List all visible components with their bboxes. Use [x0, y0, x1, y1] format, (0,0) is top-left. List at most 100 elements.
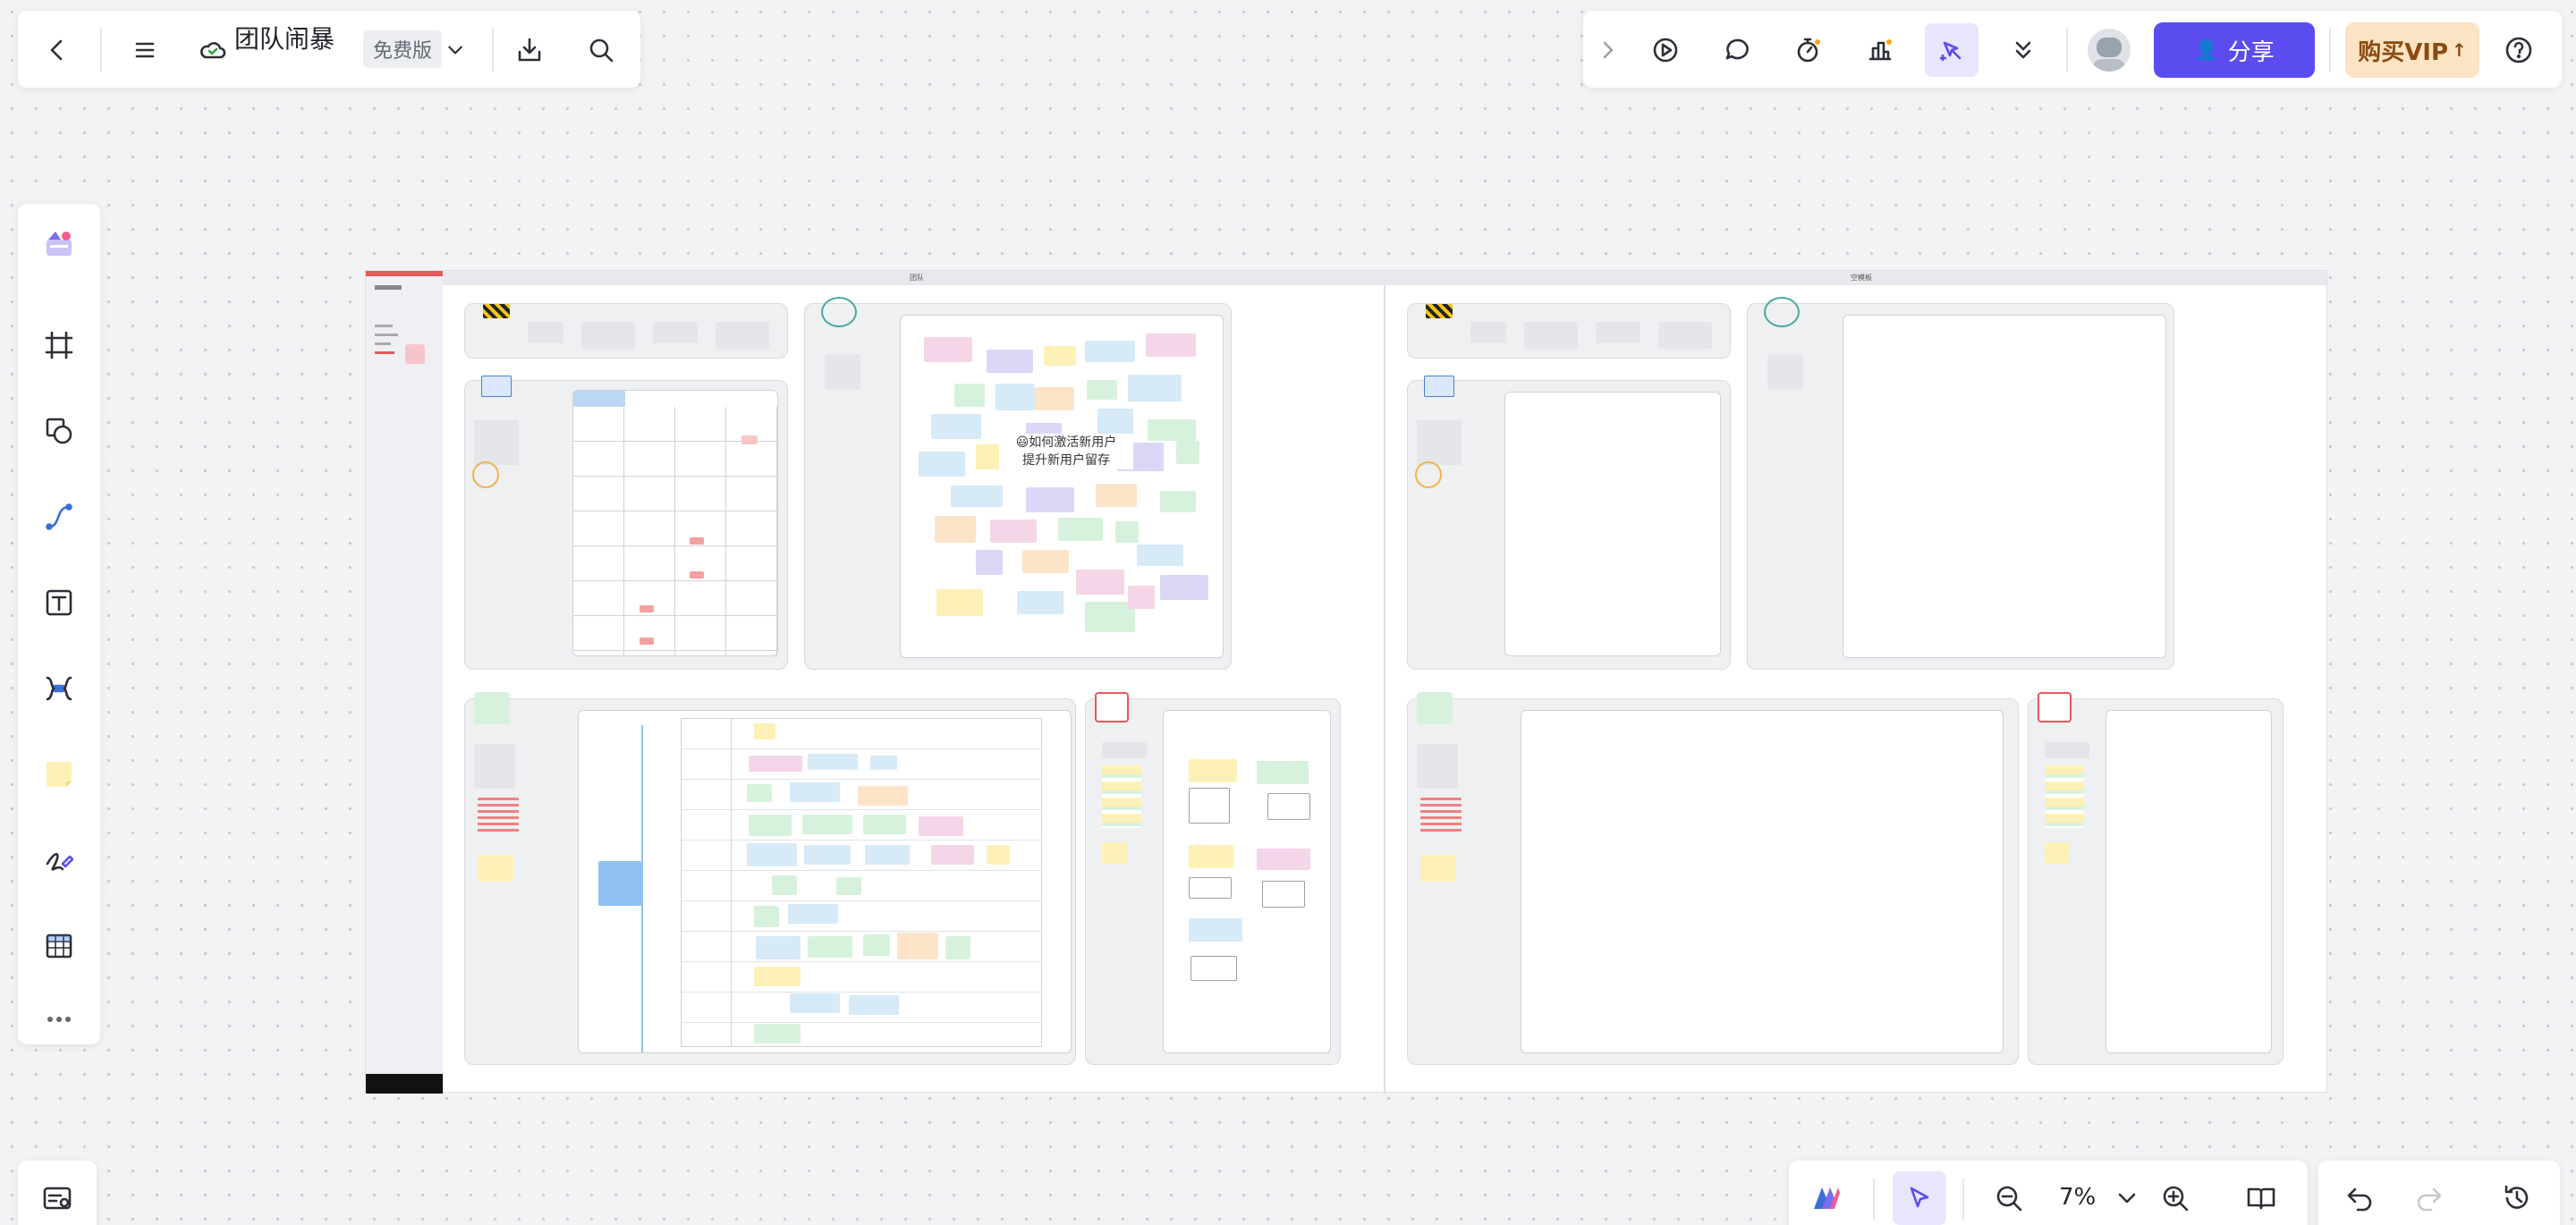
undo-icon[interactable]: [2333, 1171, 2386, 1225]
sticky-note[interactable]: [1160, 575, 1208, 600]
cursor-follow-icon[interactable]: [1925, 23, 1979, 77]
sticky-note[interactable]: [1128, 586, 1155, 609]
vote-icon[interactable]: [1853, 23, 1907, 77]
ai-assistant-icon[interactable]: [1800, 1171, 1853, 1225]
sticky-note[interactable]: [1058, 518, 1103, 541]
minimap-toggle-icon[interactable]: [30, 1171, 84, 1225]
select-tool-icon[interactable]: [1893, 1171, 1946, 1225]
more-tools-icon[interactable]: [32, 993, 86, 1046]
sticky-note[interactable]: [754, 906, 779, 927]
sticky-note[interactable]: [849, 995, 899, 1015]
chevron-right-icon[interactable]: [1583, 23, 1633, 77]
data-table-frame[interactable]: [464, 376, 788, 670]
sticky-note[interactable]: [1044, 346, 1076, 366]
help-icon[interactable]: [2492, 23, 2546, 77]
user-journey-frame-empty[interactable]: [1407, 692, 2019, 1065]
sticky-note[interactable]: [788, 904, 838, 924]
chevron-down-icon[interactable]: [442, 30, 469, 70]
comment-icon[interactable]: [1710, 23, 1764, 77]
buy-vip-button[interactable]: 购买VIP ↑: [2345, 22, 2479, 78]
sticky-note[interactable]: [863, 815, 906, 834]
sticky-note[interactable]: [897, 933, 938, 959]
sticky-note[interactable]: [919, 816, 963, 836]
mindmap-icon[interactable]: [32, 662, 86, 715]
card[interactable]: [1189, 877, 1232, 899]
sticky-note[interactable]: [951, 486, 1003, 507]
sticky-note[interactable]: [772, 875, 797, 895]
sticky-note[interactable]: [790, 782, 840, 802]
sticky-note[interactable]: [790, 993, 840, 1013]
sticky-note[interactable]: [754, 1024, 801, 1043]
sticky-note[interactable]: [954, 384, 985, 407]
document-title[interactable]: 团队闹暴: [234, 20, 335, 55]
action-board[interactable]: [1163, 710, 1331, 1053]
sticky-note[interactable]: [1017, 591, 1063, 614]
menu-icon[interactable]: [118, 23, 172, 77]
zoom-in-icon[interactable]: [2148, 1171, 2202, 1225]
table-icon[interactable]: [32, 919, 86, 973]
card[interactable]: [1191, 956, 1237, 981]
search-icon[interactable]: [574, 23, 628, 77]
sticky-note[interactable]: [1189, 759, 1237, 782]
sticky-note[interactable]: [1257, 849, 1310, 870]
sticky-note[interactable]: [1257, 761, 1309, 784]
sticky-note[interactable]: [945, 936, 970, 959]
sticky-note[interactable]: [1115, 521, 1139, 543]
sticky-note[interactable]: [802, 815, 852, 834]
redo-icon[interactable]: [2402, 1171, 2456, 1225]
text-icon[interactable]: [32, 576, 86, 629]
card[interactable]: [1262, 881, 1305, 908]
connector-icon[interactable]: [32, 490, 86, 544]
mindmap-board[interactable]: 😃如何激活新用户 提升新用户留存: [900, 315, 1224, 658]
sticky-note[interactable]: [804, 845, 851, 865]
sticky-note[interactable]: [1085, 341, 1135, 362]
sticky-note[interactable]: [858, 786, 908, 806]
sticky-note[interactable]: [1087, 380, 1117, 400]
sticky-note[interactable]: [996, 384, 1035, 410]
share-button[interactable]: 👤 分享: [2154, 22, 2315, 78]
card[interactable]: [1267, 793, 1310, 820]
sticky-note[interactable]: [1022, 550, 1069, 573]
sticky-note[interactable]: [931, 414, 981, 439]
sticky-note[interactable]: [747, 843, 797, 866]
double-chevron-down-icon[interactable]: [1996, 23, 2050, 77]
user-journey-frame[interactable]: [464, 692, 1076, 1065]
zoom-level[interactable]: 7%: [2059, 1184, 2096, 1211]
data-table[interactable]: [572, 390, 779, 657]
goals-frame[interactable]: [464, 303, 788, 359]
sticky-note[interactable]: [990, 520, 1037, 543]
card[interactable]: [1189, 788, 1230, 824]
zoom-dropdown-icon[interactable]: [2111, 1179, 2143, 1218]
sticky-note[interactable]: [2045, 842, 2070, 864]
action-plan-frame-empty[interactable]: [2028, 692, 2284, 1065]
frame-icon[interactable]: [32, 318, 86, 372]
empty-board[interactable]: [1521, 710, 2004, 1053]
sticky-note[interactable]: [865, 845, 910, 865]
sticky-note[interactable]: [863, 934, 890, 956]
sticky-note[interactable]: [1148, 419, 1196, 441]
journey-root-node[interactable]: [598, 861, 641, 906]
avatar[interactable]: [2088, 29, 2131, 72]
journey-map[interactable]: [578, 710, 1072, 1053]
sticky-note[interactable]: [747, 784, 772, 802]
sticky-note[interactable]: [756, 936, 801, 959]
zoom-out-icon[interactable]: [1982, 1171, 2036, 1225]
sticky-note[interactable]: [1137, 545, 1183, 566]
sticky-note[interactable]: [749, 815, 792, 836]
sticky-note[interactable]: [478, 855, 513, 882]
sticky-note[interactable]: [976, 550, 1003, 575]
sticky-note[interactable]: [1160, 491, 1196, 512]
back-icon[interactable]: [30, 23, 84, 77]
book-view-icon[interactable]: [2234, 1171, 2288, 1225]
play-presentation-icon[interactable]: [1639, 23, 1692, 77]
canvas-board[interactable]: 团队 空模板 😃如何激活新用户 提升新用户留存: [365, 270, 2327, 1094]
sticky-note[interactable]: [935, 516, 976, 543]
sticky-note[interactable]: [808, 754, 858, 770]
sticky-note[interactable]: [1176, 441, 1199, 464]
sticky-note[interactable]: [754, 723, 775, 739]
sticky-note[interactable]: [1102, 842, 1127, 864]
sticky-note[interactable]: [1128, 375, 1182, 401]
shape-icon[interactable]: [32, 404, 86, 458]
sticky-note[interactable]: [1189, 845, 1233, 868]
sticky-note[interactable]: [1097, 409, 1133, 435]
